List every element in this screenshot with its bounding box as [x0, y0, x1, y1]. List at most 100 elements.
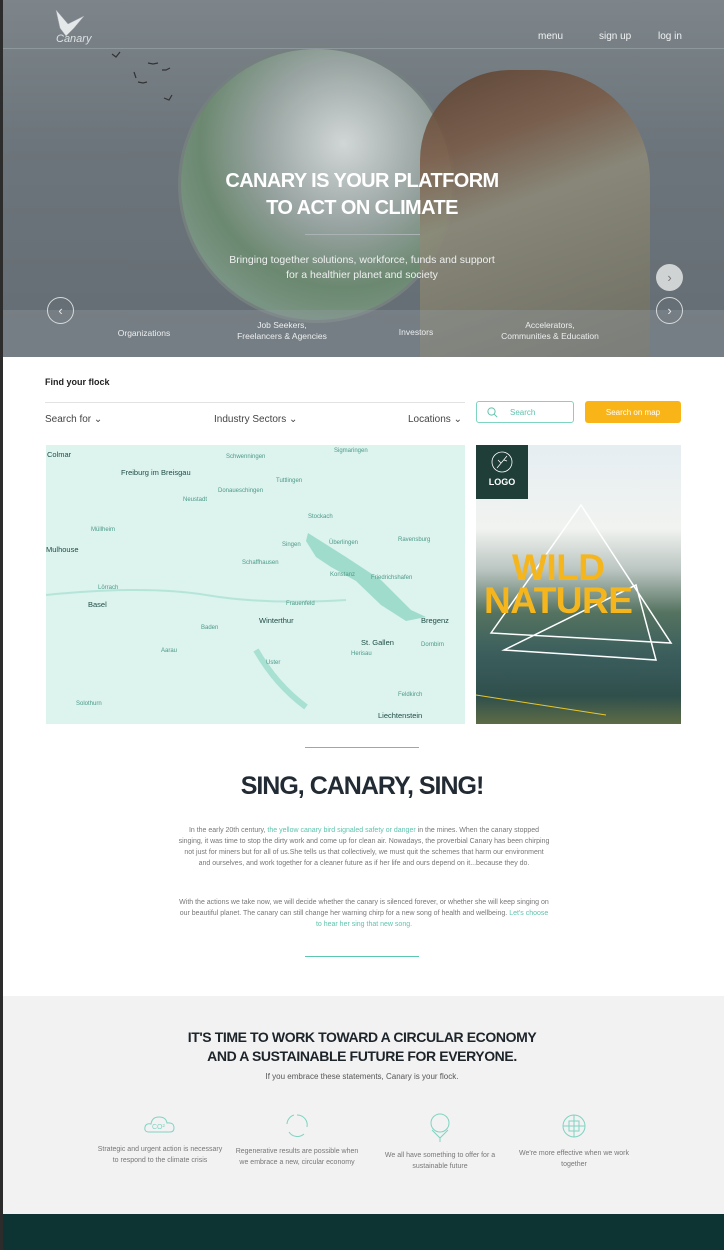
feature-text: Strategic and urgent action is necessary…: [97, 1146, 223, 1164]
hero-title-line2: TO ACT ON CLIMATE: [266, 197, 458, 219]
category-job-seekers[interactable]: Job Seekers, Freelancers & Agencies: [222, 320, 342, 342]
map-place-label: Schaffhausen: [242, 560, 279, 566]
category-label: Communities & Education: [501, 331, 599, 341]
map-place-label: Donaueschingen: [218, 488, 264, 494]
map-place-label: Stockach: [308, 514, 333, 520]
chevron-right-icon: ›: [667, 303, 672, 318]
category-next-button[interactable]: ›: [656, 297, 683, 324]
slide-next-button[interactable]: ›: [656, 264, 683, 291]
hero: Canary menu sign up log in CANARY IS YOU…: [0, 0, 724, 357]
circular-title-line2: AND A SUSTAINABLE FUTURE FOR EVERYONE.: [207, 1048, 517, 1064]
nav-log-in[interactable]: log in: [658, 31, 682, 42]
co2-cloud-icon: CO²: [144, 1116, 175, 1133]
map-place-label: Ravensburg: [398, 537, 431, 543]
map-place-label: Freiburg im Breisgau: [121, 468, 191, 477]
dropdown-label: Search for: [45, 414, 92, 425]
text: In the early 20th century,: [188, 827, 268, 834]
map-place-label: Aarau: [161, 648, 178, 654]
map-place-label: Solothurn: [76, 701, 102, 707]
search-input[interactable]: Search: [476, 401, 574, 423]
feature-text: We're more effective when we work togeth…: [518, 1150, 629, 1168]
category-prev-button[interactable]: ‹: [47, 297, 74, 324]
search-icon: [487, 406, 498, 418]
search-on-map-button[interactable]: Search on map: [585, 401, 681, 423]
chevron-left-icon: ‹: [58, 303, 63, 318]
hero-subtitle-line2: for a healthier planet and society: [286, 269, 438, 281]
map-place-label: Basel: [88, 600, 107, 609]
map-place-label: St. Gallen: [361, 638, 394, 647]
category-organizations[interactable]: Organizations: [104, 328, 184, 339]
circular-title-line1: IT'S TIME TO WORK TOWARD A CIRCULAR ECON…: [187, 1029, 537, 1045]
feature-item: Regenerative results are possible when w…: [232, 1112, 362, 1168]
canary-history-link[interactable]: the yellow canary bird signaled safety o…: [267, 827, 415, 834]
map-place-label: Lörrach: [98, 585, 119, 591]
feature-text: Regenerative results are possible when w…: [235, 1148, 359, 1166]
ad-headline-line2: NATURE: [484, 580, 633, 621]
map-place-label: Singen: [282, 542, 301, 548]
section-divider: [305, 747, 419, 748]
ad-banner[interactable]: LOGO WILD NATURE: [476, 445, 681, 724]
section-divider: [305, 956, 419, 957]
ad-headline: WILD NATURE: [484, 549, 681, 621]
category-label: Accelerators,: [525, 320, 575, 330]
nav-sign-up[interactable]: sign up: [599, 31, 631, 42]
hero-subtitle-line1: Bringing together solutions, workforce, …: [229, 254, 495, 266]
category-label: Job Seekers,: [257, 320, 307, 330]
chevron-down-icon: ⌄: [453, 414, 462, 425]
map-place-label: Liechtenstein: [378, 711, 423, 720]
locations-dropdown[interactable]: Locations ⌄: [408, 414, 462, 425]
category-label: Organizations: [117, 328, 171, 338]
map-place-label: Neustadt: [183, 497, 208, 503]
chevron-down-icon: ⌄: [93, 414, 103, 425]
find-your-flock-title: Find your flock: [45, 377, 110, 387]
window-edge: [0, 0, 3, 1250]
sing-paragraph-1: In the early 20th century, the yellow ca…: [178, 825, 550, 869]
chevron-down-icon: ⌄: [289, 414, 298, 425]
map-place-label: Colmar: [47, 450, 72, 459]
map-place-label: Friedrichshafen: [371, 575, 413, 581]
category-label: Freelancers & Agencies: [237, 331, 327, 341]
hero-title: CANARY IS YOUR PLATFORM TO ACT ON CLIMATE: [150, 168, 574, 222]
map-place-label: Baden: [201, 625, 219, 631]
feature-text: We all have something to offer for a sus…: [384, 1152, 496, 1170]
map-place-label: Sigmaringen: [334, 448, 368, 454]
map-place-label: Feldkirch: [398, 692, 423, 698]
map-place-label: Frauenfeld: [286, 601, 315, 607]
map-place-label: Schwenningen: [226, 454, 266, 460]
logo-text[interactable]: Canary: [56, 33, 91, 45]
category-accelerators[interactable]: Accelerators, Communities & Education: [490, 320, 610, 342]
map-place-label: Dornbirn: [421, 642, 445, 648]
header-divider: [0, 48, 724, 49]
nav-menu[interactable]: menu: [538, 31, 563, 42]
map-place-label: Müllheim: [91, 527, 116, 533]
hero-subtitle: Bringing together solutions, workforce, …: [200, 253, 524, 283]
feature-item: We're more effective when we work togeth…: [509, 1112, 639, 1170]
filter-divider: [45, 402, 465, 403]
svg-text:CO²: CO²: [152, 1124, 166, 1131]
category-label: Investors: [398, 327, 434, 337]
text: With the actions we take now, we will de…: [179, 899, 549, 917]
map-place-label: Konstanz: [330, 572, 356, 578]
feature-item: CO² Strategic and urgent action is neces…: [95, 1112, 225, 1166]
circular-subtitle: If you embrace these statements, Canary …: [265, 1072, 459, 1081]
map-place-label: Uster: [266, 660, 281, 666]
search-for-dropdown[interactable]: Search for ⌄: [45, 414, 102, 425]
map-place-label: Bregenz: [421, 616, 449, 625]
sing-paragraph-2: With the actions we take now, we will de…: [178, 897, 550, 930]
map[interactable]: Colmar Freiburg im Breisgau Mulhouse Basel W…: [46, 445, 465, 724]
category-investors[interactable]: Investors: [376, 327, 456, 338]
map-place-label: Herisau: [351, 651, 372, 657]
map-place-label: Überlingen: [329, 540, 359, 546]
map-place-label: Tuttlingen: [276, 478, 303, 484]
map-place-label: Winterthur: [259, 616, 294, 625]
dropdown-label: Industry Sectors: [214, 414, 287, 425]
feature-item: We all have something to offer for a sus…: [375, 1112, 505, 1172]
dropdown-label: Locations: [408, 414, 451, 425]
search-label: Search: [510, 407, 536, 417]
hero-divider: [305, 234, 420, 235]
connected-globe-icon: [562, 1114, 586, 1138]
hero-title-line1: CANARY IS YOUR PLATFORM: [225, 170, 499, 192]
recycle-leaves-icon: [286, 1114, 308, 1138]
birds-icon: [111, 51, 173, 101]
industry-sectors-dropdown[interactable]: Industry Sectors ⌄: [214, 414, 297, 425]
